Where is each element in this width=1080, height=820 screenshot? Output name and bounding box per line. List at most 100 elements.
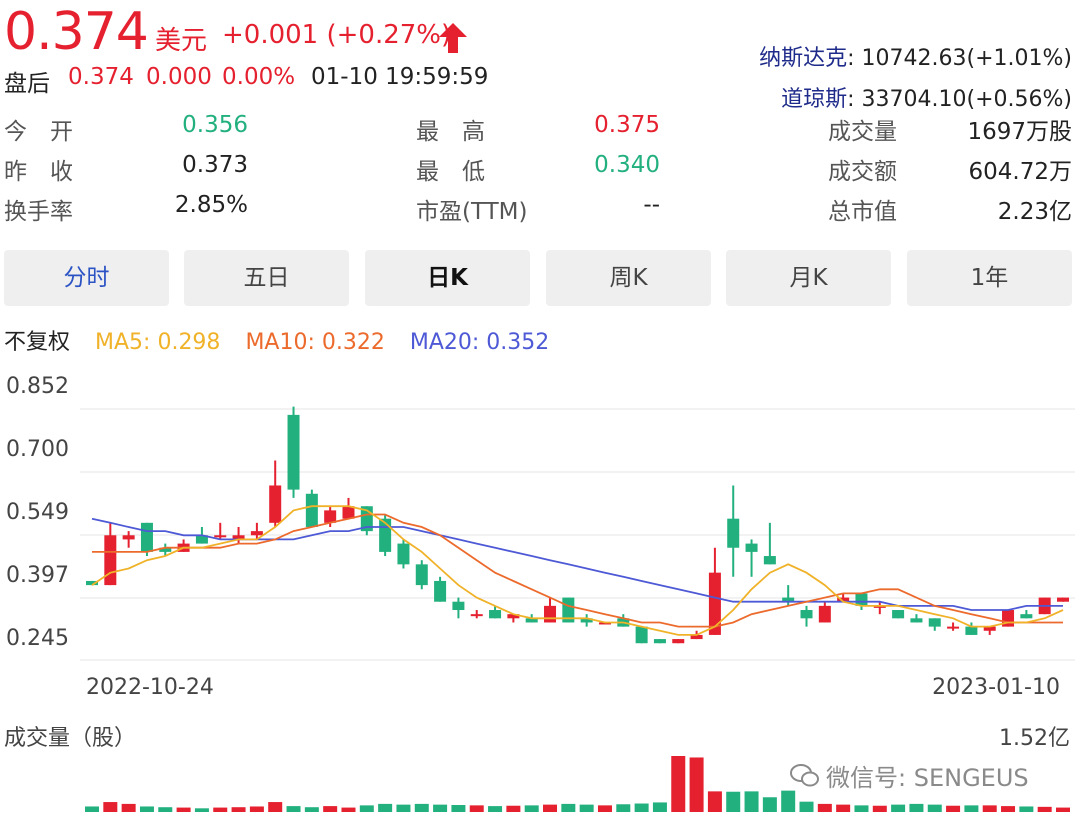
tab-intraday[interactable]: 分时 <box>4 250 169 306</box>
volume-bar <box>213 807 228 812</box>
volume-bar <box>744 791 759 812</box>
volume-bar <box>982 805 997 812</box>
adjust-mode[interactable]: 不复权 <box>4 330 70 355</box>
ma20-line <box>91 517 1063 611</box>
volume-bar <box>249 806 264 812</box>
tab-monthly-k[interactable]: 月K <box>726 250 891 306</box>
candle-body <box>672 639 685 644</box>
candle-body <box>983 626 996 631</box>
candle-body <box>397 543 410 565</box>
stat-label: 市盈(TTM) <box>416 199 528 225</box>
candle-body <box>434 580 447 602</box>
candle-body <box>287 414 300 490</box>
candle-body <box>104 535 117 586</box>
candle-body <box>727 518 740 548</box>
after-hours-change: 0.000 <box>146 64 212 90</box>
price-change: +0.001 (+0.27%) <box>222 20 452 50</box>
candle-body <box>1020 614 1033 619</box>
tab-daily-k[interactable]: 日K <box>365 250 530 306</box>
volume-bar <box>433 804 448 812</box>
y-tick-label: 0.549 <box>6 500 69 525</box>
candle-body <box>562 597 575 623</box>
stat-value: 604.72万 <box>968 159 1072 185</box>
volume-bar <box>524 805 539 812</box>
candle-body <box>214 535 227 538</box>
volume-bar <box>286 806 301 812</box>
candle-body <box>1038 597 1051 615</box>
candle-body <box>342 506 355 519</box>
stat-label: 今 开 <box>4 119 73 145</box>
candle-body <box>470 614 483 617</box>
stat-label: 换手率 <box>4 199 73 225</box>
candle-body <box>177 543 190 552</box>
after-hours-price: 0.374 <box>68 64 134 90</box>
candle-body <box>617 618 630 627</box>
candle-body <box>855 593 868 606</box>
volume-bar <box>946 805 961 812</box>
volume-bar <box>543 804 558 812</box>
candle-body <box>928 618 941 627</box>
volume-bar <box>616 804 631 812</box>
wechat-icon <box>790 763 820 795</box>
candle-body <box>818 605 831 623</box>
volume-bar <box>231 807 246 812</box>
candlestick-chart[interactable]: 0.852 0.700 0.549 0.397 0.245 2022-10-24 2023-… <box>0 0 1080 820</box>
index-value: : 33704.10(+0.56%) <box>847 87 1072 112</box>
stat-value: -- <box>643 192 660 218</box>
volume-bar <box>378 803 393 812</box>
candle-body <box>892 610 905 619</box>
tab-one-year[interactable]: 1年 <box>907 250 1072 306</box>
ma5-line <box>91 505 1064 636</box>
volume-bar <box>707 791 722 812</box>
candle-body <box>837 597 850 602</box>
stat-value: 0.340 <box>594 152 660 178</box>
volume-bar <box>121 803 136 812</box>
y-tick-label: 0.700 <box>6 437 69 462</box>
index-nasdaq[interactable]: 纳斯达克: 10742.63(+1.01%) <box>759 40 1072 72</box>
volume-bar <box>652 802 667 812</box>
volume-bar <box>726 791 741 812</box>
volume-bar <box>597 805 612 812</box>
ma20-legend: MA20: 0.352 <box>409 330 550 355</box>
candle-body <box>947 626 960 629</box>
stat-value: 2.23亿 <box>997 199 1072 225</box>
stat-label: 总市值 <box>828 199 897 225</box>
stat-value: 0.375 <box>594 112 660 138</box>
volume-bar <box>1037 806 1052 812</box>
candle-body <box>690 634 703 640</box>
tab-weekly-k[interactable]: 周K <box>546 250 711 306</box>
candle-body <box>324 510 337 523</box>
y-tick-label: 0.397 <box>6 563 69 588</box>
candle-body <box>598 622 611 625</box>
candle-body <box>489 610 502 619</box>
volume-bar <box>488 806 503 812</box>
candle-body <box>507 614 520 619</box>
candle-body <box>1057 597 1069 602</box>
volume-label: 成交量（股） <box>4 726 137 751</box>
volume-bar <box>799 801 814 812</box>
index-name: 纳斯达克 <box>759 46 848 71</box>
after-hours-percent: 0.00% <box>222 64 296 90</box>
volume-bar <box>323 806 338 812</box>
volume-bar <box>469 805 484 812</box>
stat-label: 昨 收 <box>4 159 73 185</box>
volume-bar <box>396 804 411 812</box>
volume-bar <box>854 805 869 812</box>
candle-body <box>1002 610 1015 627</box>
tab-five-day[interactable]: 五日 <box>184 250 349 306</box>
volume-bar <box>1019 806 1034 812</box>
volume-bar <box>414 803 429 812</box>
candle-body <box>379 518 392 552</box>
candle-body <box>195 535 208 544</box>
volume-bar <box>85 806 99 812</box>
volume-bar <box>579 804 594 812</box>
volume-bar <box>909 803 924 812</box>
volume-max-label: 1.52亿 <box>999 726 1070 751</box>
stat-label: 最 低 <box>416 159 485 185</box>
candle-body <box>122 535 135 540</box>
watermark-text: 微信号: SENGEUS <box>826 764 1029 792</box>
volume-bar <box>139 806 154 812</box>
index-dow[interactable]: 道琼斯: 33704.10(+0.56%) <box>781 81 1072 113</box>
last-price: 0.374 <box>4 2 149 62</box>
candle-body <box>232 535 245 540</box>
